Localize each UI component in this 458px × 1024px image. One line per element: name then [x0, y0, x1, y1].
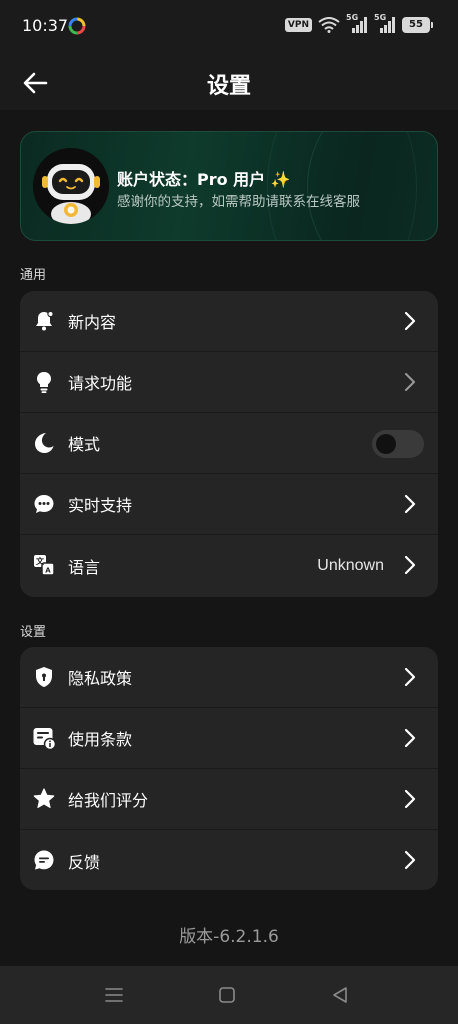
chevron-right-icon	[404, 850, 416, 870]
system-nav-bar	[0, 966, 458, 1024]
status-time: 10:37	[22, 16, 69, 35]
header: 设置	[0, 52, 458, 110]
row-request-feature[interactable]: 请求功能	[20, 352, 438, 413]
row-terms-of-use[interactable]: 使用条款	[20, 708, 438, 769]
account-status-card[interactable]: 账户状态：Pro 用户 ✨ 感谢你的支持，如需帮助请联系在线客服	[20, 131, 438, 241]
toggle-knob	[376, 434, 396, 454]
section-label-settings: 设置	[20, 625, 47, 640]
row-label: 语言	[68, 557, 101, 577]
section-label-general: 通用	[20, 268, 47, 283]
chevron-right-icon	[404, 555, 416, 575]
row-rate-us[interactable]: 给我们评分	[20, 769, 438, 830]
mode-toggle[interactable]	[372, 430, 424, 458]
account-description: 感谢你的支持，如需帮助请联系在线客服	[117, 194, 360, 210]
language-value: Unknown	[317, 556, 384, 574]
row-feedback[interactable]: 反馈	[20, 830, 438, 890]
home-nav-button[interactable]	[217, 986, 237, 1004]
robot-avatar-icon	[33, 148, 109, 224]
row-label: 模式	[68, 435, 101, 454]
row-live-support[interactable]: 实时支持	[20, 474, 438, 535]
settings-group: 隐私政策 使用条款 给我们评分 反馈	[20, 647, 438, 890]
chevron-right-icon	[404, 311, 416, 331]
translate-icon: 文 A	[34, 555, 55, 576]
row-new-content[interactable]: 新内容	[20, 291, 438, 352]
chevron-right-icon	[404, 494, 416, 514]
row-language[interactable]: 文 A 语言 Unknown	[20, 535, 438, 596]
row-label: 使用条款	[68, 730, 133, 749]
account-status-text: 账户状态：Pro 用户 ✨	[117, 170, 291, 189]
signal-icon-2: 5G	[374, 13, 396, 34]
svg-text:文: 文	[36, 556, 45, 566]
status-indicators: VPN 5G 5G 55	[284, 13, 433, 34]
chevron-right-icon	[404, 667, 416, 687]
bell-icon	[36, 310, 54, 331]
row-privacy-policy[interactable]: 隐私政策	[20, 647, 438, 708]
row-label: 实时支持	[68, 496, 133, 515]
page-title: 设置	[206, 74, 251, 99]
document-info-icon	[33, 728, 56, 750]
svg-text:A: A	[45, 567, 51, 575]
row-label: 给我们评分	[68, 791, 149, 810]
feedback-icon	[34, 850, 54, 870]
star-icon	[33, 788, 55, 808]
chevron-right-icon	[404, 789, 416, 809]
wifi-icon	[318, 17, 340, 33]
general-settings-group: 新内容 请求功能 模式 实时支持 文 A 语言 Unknown	[20, 291, 438, 597]
status-bar: 10:37 VPN 5G 5G 55	[0, 0, 458, 52]
lightbulb-icon	[37, 372, 51, 393]
settings-screen: 10:37 VPN 5G 5G 55 设置 账户状态：Pro 用户 ✨ 感谢你的…	[0, 0, 458, 1024]
row-label: 请求功能	[68, 374, 133, 393]
battery-icon: 55	[402, 17, 433, 33]
vpn-badge: VPN	[284, 18, 312, 32]
chat-support-icon	[34, 495, 54, 513]
chevron-right-icon	[405, 373, 415, 391]
version-label: 版本-6.2.1.6	[179, 927, 279, 947]
shield-icon	[36, 667, 52, 687]
row-mode[interactable]: 模式	[20, 413, 438, 474]
back-nav-button[interactable]	[330, 986, 350, 1004]
moon-icon	[35, 433, 54, 453]
chevron-right-icon	[404, 728, 416, 748]
row-label: 隐私政策	[68, 669, 133, 688]
menu-nav-button[interactable]	[104, 986, 124, 1004]
row-label: 反馈	[68, 852, 101, 872]
app-notification-icon	[68, 17, 86, 35]
row-label: 新内容	[68, 313, 117, 332]
signal-icon-1: 5G	[346, 13, 368, 34]
sparkle-icon: ✨	[270, 170, 291, 189]
